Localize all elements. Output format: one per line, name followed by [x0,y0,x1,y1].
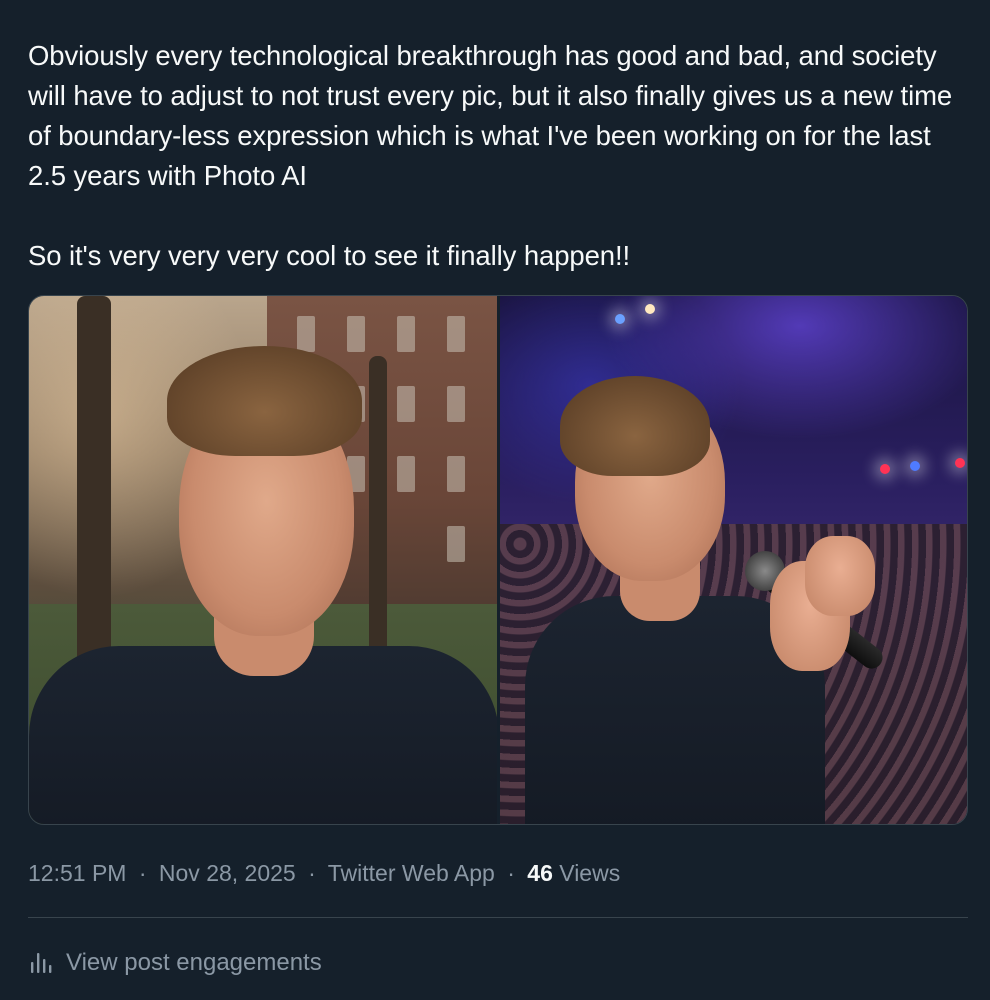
tree-trunk [369,356,387,656]
media-grid [28,295,968,825]
tweet-date: Nov 28, 2025 [158,860,296,886]
bar-chart-icon [28,950,54,976]
photo-concert[interactable] [499,296,967,824]
divider [28,917,968,918]
tweet-timestamp-link[interactable]: 12:51 PM · Nov 28, 2025 [28,860,302,886]
tweet-paragraph-1: Obviously every technological breakthrou… [28,40,953,191]
separator: · [507,860,515,886]
photo-portrait[interactable] [29,296,497,824]
tweet-text: Obviously every technological breakthrou… [28,36,958,276]
tweet-source[interactable]: Twitter Web App [328,860,495,886]
tweet-time: 12:51 PM [28,860,127,886]
tweet-detail: Obviously every technological breakthrou… [0,0,990,1000]
tweet-paragraph-2: So it's very very very cool to see it fi… [28,240,631,271]
view-engagements-label: View post engagements [66,949,322,976]
separator: · [308,860,316,886]
tweet-meta: 12:51 PM · Nov 28, 2025 · Twitter Web Ap… [28,858,620,888]
view-engagements-button[interactable]: View post engagements [28,948,322,978]
views-label: Views [559,860,621,886]
hand [804,536,875,616]
separator: · [138,860,147,886]
views-count: 46 [527,860,553,886]
